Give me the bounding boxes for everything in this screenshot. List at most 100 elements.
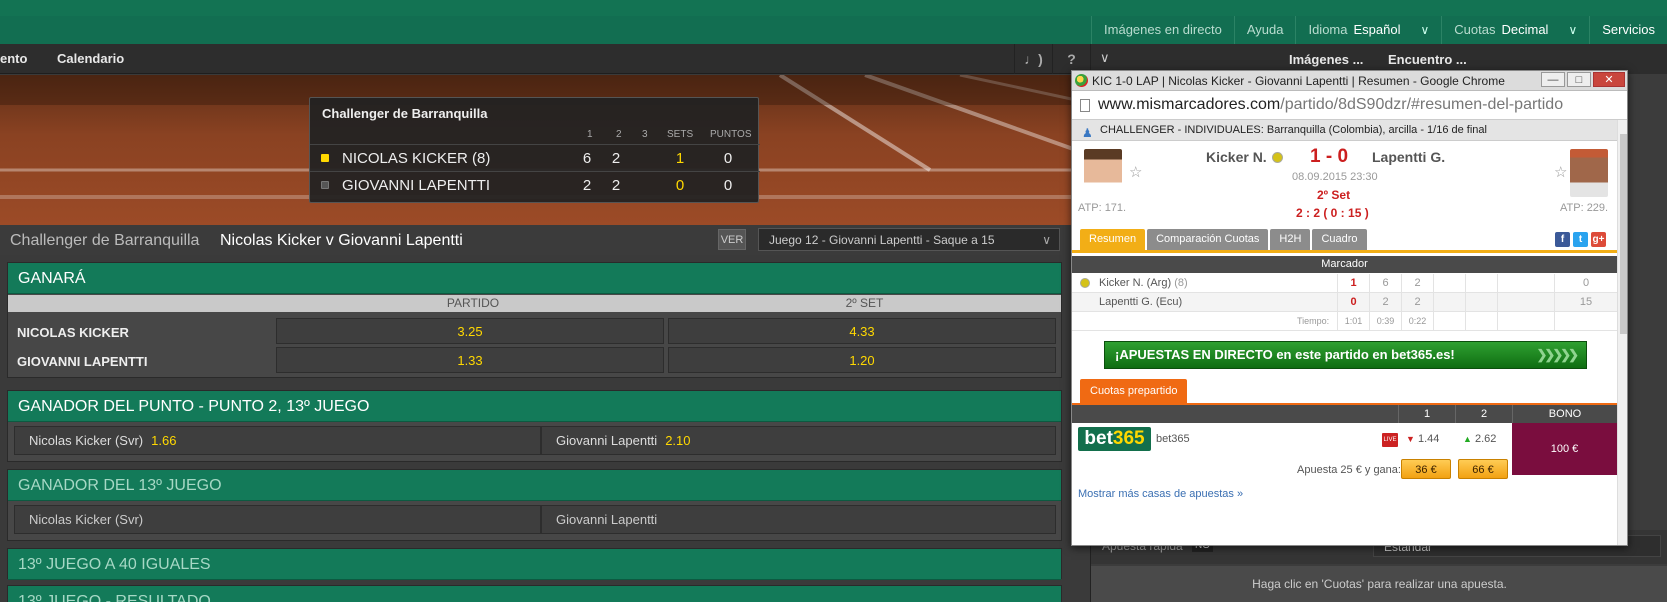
chrome-popup-window: KIC 1-0 LAP | Nicolas Kicker - Giovanni … bbox=[1071, 70, 1628, 546]
page-icon bbox=[1080, 99, 1090, 112]
sets-score: 0 bbox=[675, 177, 685, 194]
header-set-2: 2 bbox=[616, 129, 622, 140]
sets-won: 1 bbox=[1337, 274, 1369, 293]
odds-button[interactable]: 4.33 bbox=[668, 318, 1056, 344]
win-amount-one-button[interactable]: 36 € bbox=[1401, 459, 1451, 479]
tab-odds-comparison[interactable]: Comparación Cuotas bbox=[1147, 229, 1269, 250]
points-score: 0 bbox=[723, 177, 733, 194]
tournament-name: Challenger de Barranquilla bbox=[10, 232, 200, 249]
home-player-name[interactable]: Kicker N. bbox=[1206, 149, 1267, 165]
nav-help[interactable]: Ayuda bbox=[1233, 16, 1296, 44]
nav-live-images[interactable]: Imágenes en directo bbox=[1091, 16, 1234, 44]
col-header-set: 2º SET bbox=[668, 295, 1061, 312]
set-1-score: 6 bbox=[582, 150, 592, 167]
row-label: GIOVANNI LAPENTTI bbox=[17, 354, 148, 369]
banner-text: ¡APUESTAS EN DIRECTO en este partido en … bbox=[1115, 347, 1455, 362]
odds-button[interactable]: Giovanni Lapentti 2.10 bbox=[541, 426, 1056, 455]
tab-draw[interactable]: Cuadro bbox=[1312, 229, 1367, 250]
facebook-icon[interactable]: f bbox=[1555, 232, 1570, 247]
set-2-games: 2 bbox=[1401, 274, 1433, 293]
bet365-logo[interactable]: bet365 bbox=[1078, 427, 1151, 451]
odd-value: 2.62 bbox=[1474, 433, 1497, 445]
set-time: 0:22 bbox=[1401, 312, 1433, 331]
live-betting-banner[interactable]: ¡APUESTAS EN DIRECTO en este partido en … bbox=[1104, 341, 1587, 369]
chrome-icon bbox=[1075, 74, 1088, 87]
tab-prematch-odds[interactable]: Cuotas prepartido bbox=[1080, 379, 1188, 403]
nav-odds-value: Decimal bbox=[1501, 22, 1549, 37]
google-plus-icon[interactable]: g+ bbox=[1591, 232, 1606, 247]
tab-live-images[interactable]: Imágenes ... bbox=[1289, 52, 1363, 67]
suspended-selection: Nicolas Kicker (Svr) bbox=[14, 505, 541, 534]
odds-two[interactable]: ▲ 2.62 bbox=[1463, 433, 1496, 445]
odds-one[interactable]: ▼ 1.44 bbox=[1406, 433, 1439, 445]
bonus-button[interactable]: 100 € bbox=[1512, 423, 1617, 475]
set-1-score: 2 bbox=[582, 177, 592, 194]
odds-button[interactable]: Nicolas Kicker (Svr) 1.66 bbox=[14, 426, 541, 455]
logo-text-b: 365 bbox=[1112, 428, 1145, 449]
nav-odds-label: Cuotas bbox=[1454, 22, 1496, 37]
sub-nav: ento Calendario ♩) ? bbox=[0, 44, 1090, 74]
game-select[interactable]: Juego 12 - Giovanni Lapentti - Saque a 1… bbox=[758, 228, 1060, 251]
nav-services[interactable]: Servicios bbox=[1589, 16, 1667, 44]
maximize-icon[interactable]: □ bbox=[1567, 72, 1591, 87]
market-title[interactable]: GANADOR DEL PUNTO - PUNTO 2, 13º JUEGO bbox=[8, 391, 1061, 422]
bookmaker-name[interactable]: bet365 bbox=[1156, 433, 1190, 445]
address-bar[interactable]: www.mismarcadores.com/partido/8dS90dzr/#… bbox=[1072, 92, 1627, 120]
market-title[interactable]: 13º JUEGO - RESULTADO bbox=[8, 586, 1061, 602]
nav-odds-format[interactable]: Cuotas Decimal ∨ bbox=[1441, 16, 1589, 44]
view-button[interactable]: VER bbox=[718, 229, 746, 250]
url-text: www.mismarcadores.com/partido/8dS90dzr/#… bbox=[1098, 96, 1563, 114]
score-row-player: Lapentti G. (Ecu) bbox=[1099, 296, 1182, 308]
market-title[interactable]: GANADOR DEL 13º JUEGO bbox=[8, 470, 1061, 501]
odds-button[interactable]: 1.33 bbox=[276, 347, 664, 373]
header-set-1: 1 bbox=[587, 129, 593, 140]
player-seed: (8) bbox=[1174, 277, 1188, 289]
player-name: Kicker N. (Arg) bbox=[1099, 277, 1172, 289]
match-title: Nicolas Kicker v Giovanni Lapentti bbox=[220, 232, 463, 249]
selection-name: Nicolas Kicker (Svr) bbox=[29, 512, 144, 527]
selection-name: Giovanni Lapentti bbox=[556, 433, 658, 448]
game-select-value: Juego 12 - Giovanni Lapentti - Saque a 1… bbox=[769, 233, 995, 247]
set-2-games: 2 bbox=[1401, 293, 1433, 312]
star-icon[interactable]: ☆ bbox=[1554, 163, 1567, 181]
col-header-one: 1 bbox=[1398, 405, 1455, 423]
twitter-icon[interactable]: t bbox=[1573, 232, 1588, 247]
score-row-home: Kicker N. (Arg) (8) 1 6 2 0 bbox=[1072, 274, 1617, 293]
scrollbar-thumb[interactable] bbox=[1620, 134, 1627, 334]
market-title[interactable]: GANARÁ bbox=[8, 263, 1061, 294]
close-icon[interactable]: ✕ bbox=[1593, 72, 1625, 87]
url-path: /partido/8dS90dzr/#resumen-del-partido bbox=[1280, 96, 1564, 113]
odd-value: 1.44 bbox=[1417, 433, 1440, 445]
tab-match[interactable]: Encuentro ... bbox=[1388, 52, 1467, 67]
away-player-name[interactable]: Lapentti G. bbox=[1372, 149, 1445, 165]
nav-services-label: Servicios bbox=[1602, 22, 1655, 37]
set-2-score: 2 bbox=[611, 150, 621, 167]
odds-button[interactable]: 3.25 bbox=[276, 318, 664, 344]
match-datetime: 08.09.2015 23:30 bbox=[1292, 171, 1378, 183]
tab-summary[interactable]: Resumen bbox=[1080, 229, 1146, 250]
scoreboard-row-player-2: GIOVANNI LAPENTTI 2 2 0 0 bbox=[310, 171, 760, 197]
odds-button[interactable]: 1.20 bbox=[668, 347, 1056, 373]
chevron-down-icon[interactable]: ∨ bbox=[1100, 50, 1110, 66]
star-icon[interactable]: ☆ bbox=[1129, 163, 1142, 181]
top-strip bbox=[0, 0, 1667, 16]
sets-won: 0 bbox=[1337, 293, 1369, 312]
selection-name: Giovanni Lapentti bbox=[556, 512, 658, 527]
nav-language-value: Español bbox=[1353, 22, 1401, 37]
popup-scrollbar[interactable] bbox=[1617, 120, 1627, 545]
tennis-ball-icon bbox=[1272, 152, 1283, 163]
subnav-item-partial[interactable]: ento bbox=[0, 44, 27, 74]
speaker-icon[interactable]: ♩) bbox=[1014, 44, 1052, 74]
odds-table-header: 1 2 BONO bbox=[1072, 405, 1617, 423]
win-amount-two-button[interactable]: 66 € bbox=[1458, 459, 1508, 479]
arrow-down-icon: ▼ bbox=[1406, 434, 1415, 444]
nav-language[interactable]: Idioma Español ∨ bbox=[1295, 16, 1441, 44]
tab-h2h[interactable]: H2H bbox=[1270, 229, 1311, 250]
tennis-ball-icon bbox=[1080, 278, 1090, 288]
minimize-icon[interactable]: — bbox=[1541, 72, 1565, 87]
more-bookmakers-link[interactable]: Mostrar más casas de apuestas » bbox=[1078, 488, 1243, 500]
subnav-item-calendar[interactable]: Calendario bbox=[57, 44, 124, 74]
player-photo-home bbox=[1084, 149, 1122, 197]
set-2-score: 2 bbox=[611, 177, 621, 194]
market-title[interactable]: 13º JUEGO A 40 IGUALES bbox=[8, 549, 1061, 580]
